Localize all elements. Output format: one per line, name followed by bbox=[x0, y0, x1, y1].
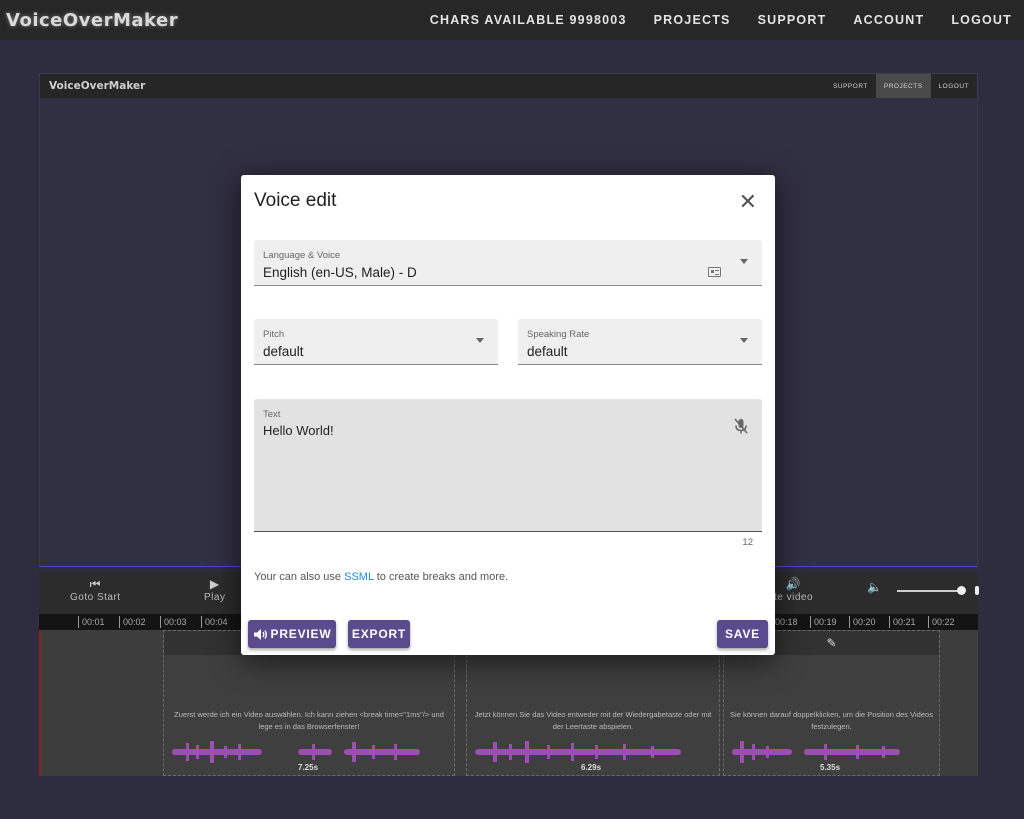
clip-duration: 5.35s bbox=[820, 763, 841, 772]
save-label: SAVE bbox=[725, 627, 760, 641]
preview-projects-link: PROJECTS bbox=[875, 74, 931, 98]
text-input[interactable]: Text Hello World! bbox=[254, 399, 762, 532]
dialog-title: Voice edit bbox=[254, 190, 337, 211]
export-label: EXPORT bbox=[351, 627, 407, 641]
language-voice-value: English (en-US, Male) - D bbox=[263, 265, 417, 280]
top-nav: VoiceOverMaker CHARS AVAILABLE 9998003 P… bbox=[0, 0, 1024, 40]
mute-video-button[interactable]: 🔊 te video bbox=[774, 576, 813, 603]
skip-back-icon: ⏮ bbox=[89, 577, 101, 591]
nav-logout-link[interactable]: LOGOUT bbox=[951, 13, 1012, 27]
nav-support-link[interactable]: SUPPORT bbox=[758, 13, 827, 27]
ruler-tick: 00:20 bbox=[849, 616, 876, 628]
text-value[interactable]: Hello World! bbox=[263, 423, 334, 438]
chevron-down-icon bbox=[476, 338, 484, 343]
nav-links: CHARS AVAILABLE 9998003 PROJECTS SUPPORT… bbox=[403, 13, 1012, 27]
edit-pencil-icon[interactable]: ✎ bbox=[826, 636, 836, 650]
ruler-tick: 00:22 bbox=[928, 616, 955, 628]
mic-off-icon[interactable] bbox=[733, 417, 749, 435]
clip-duration: 6.29s bbox=[581, 763, 602, 772]
ruler-tick: 00:01 bbox=[78, 616, 105, 628]
preview-support-link: SUPPORT bbox=[833, 82, 868, 90]
clip-text: Zuerst werde ich ein Video auswählen. Ic… bbox=[174, 710, 444, 731]
clip-text: Jetzt können Sie das Video entweder mit … bbox=[474, 710, 712, 731]
preview-links: SUPPORT PROJECTS LOGOUT bbox=[825, 74, 977, 98]
volume-slider[interactable] bbox=[897, 586, 966, 595]
speaking-rate-select[interactable]: Speaking Rate default bbox=[518, 319, 762, 365]
pitch-select[interactable]: Pitch default bbox=[254, 319, 498, 365]
chevron-down-icon bbox=[740, 338, 748, 343]
preview-nav: VoiceOverMaker SUPPORT PROJECTS LOGOUT bbox=[40, 74, 977, 98]
app-logo[interactable]: VoiceOverMaker bbox=[6, 10, 178, 31]
ruler-tick: 00:19 bbox=[810, 616, 837, 628]
export-button[interactable]: EXPORT bbox=[348, 620, 410, 648]
volume-icon[interactable]: 🔈 bbox=[867, 580, 882, 594]
preview-logo: VoiceOverMaker bbox=[49, 80, 146, 92]
chars-available: CHARS AVAILABLE 9998003 bbox=[429, 13, 627, 27]
ssml-hint: Your can also use SSML to create breaks … bbox=[254, 571, 508, 583]
ruler-tick: 00:02 bbox=[119, 616, 146, 628]
pitch-label: Pitch bbox=[263, 329, 285, 340]
preview-logout-link: LOGOUT bbox=[938, 82, 969, 90]
volume-slider-handle[interactable] bbox=[957, 586, 966, 595]
preview-label: PREVIEW bbox=[270, 627, 332, 641]
speaking-rate-value: default bbox=[527, 344, 568, 359]
speaker-icon bbox=[253, 628, 267, 640]
ruler-tick: 00:21 bbox=[889, 616, 916, 628]
text-label: Text bbox=[263, 409, 281, 420]
play-icon: ▶ bbox=[209, 577, 220, 591]
play-button[interactable]: ▶ Play bbox=[204, 576, 225, 603]
play-label: Play bbox=[204, 592, 226, 603]
speaker-icon: 🔊 bbox=[785, 577, 802, 591]
goto-start-label: Goto Start bbox=[70, 592, 121, 603]
chevron-down-icon bbox=[740, 259, 748, 264]
save-button[interactable]: SAVE bbox=[717, 620, 768, 648]
nav-projects-link[interactable]: PROJECTS bbox=[654, 13, 731, 27]
character-counter: 12 bbox=[742, 537, 753, 548]
secondary-slider-handle[interactable] bbox=[975, 586, 979, 595]
ruler-tick: 00:04 bbox=[201, 616, 228, 628]
goto-start-button[interactable]: ⏮ Goto Start bbox=[70, 576, 121, 603]
pitch-value: default bbox=[263, 344, 304, 359]
hint-text-before: Your can also use bbox=[254, 571, 345, 583]
voice-card-icon[interactable] bbox=[708, 267, 721, 277]
voice-edit-dialog: Voice edit ✕ Language & Voice English (e… bbox=[241, 175, 775, 655]
clip-duration: 7.25s bbox=[298, 763, 319, 772]
speaking-rate-label: Speaking Rate bbox=[527, 329, 590, 340]
nav-account-link[interactable]: ACCOUNT bbox=[853, 13, 924, 27]
preview-button[interactable]: PREVIEW bbox=[248, 620, 336, 648]
language-voice-select[interactable]: Language & Voice English (en-US, Male) -… bbox=[254, 240, 762, 286]
clip-text: Sie können darauf doppelklicken, um die … bbox=[730, 710, 933, 731]
ssml-link[interactable]: SSML bbox=[344, 571, 374, 583]
language-voice-label: Language & Voice bbox=[263, 250, 341, 261]
hint-text-after: to create breaks and more. bbox=[373, 571, 509, 583]
mute-video-label: te video bbox=[774, 592, 814, 603]
ruler-tick: 00:03 bbox=[160, 616, 187, 628]
close-icon[interactable]: ✕ bbox=[739, 191, 757, 213]
